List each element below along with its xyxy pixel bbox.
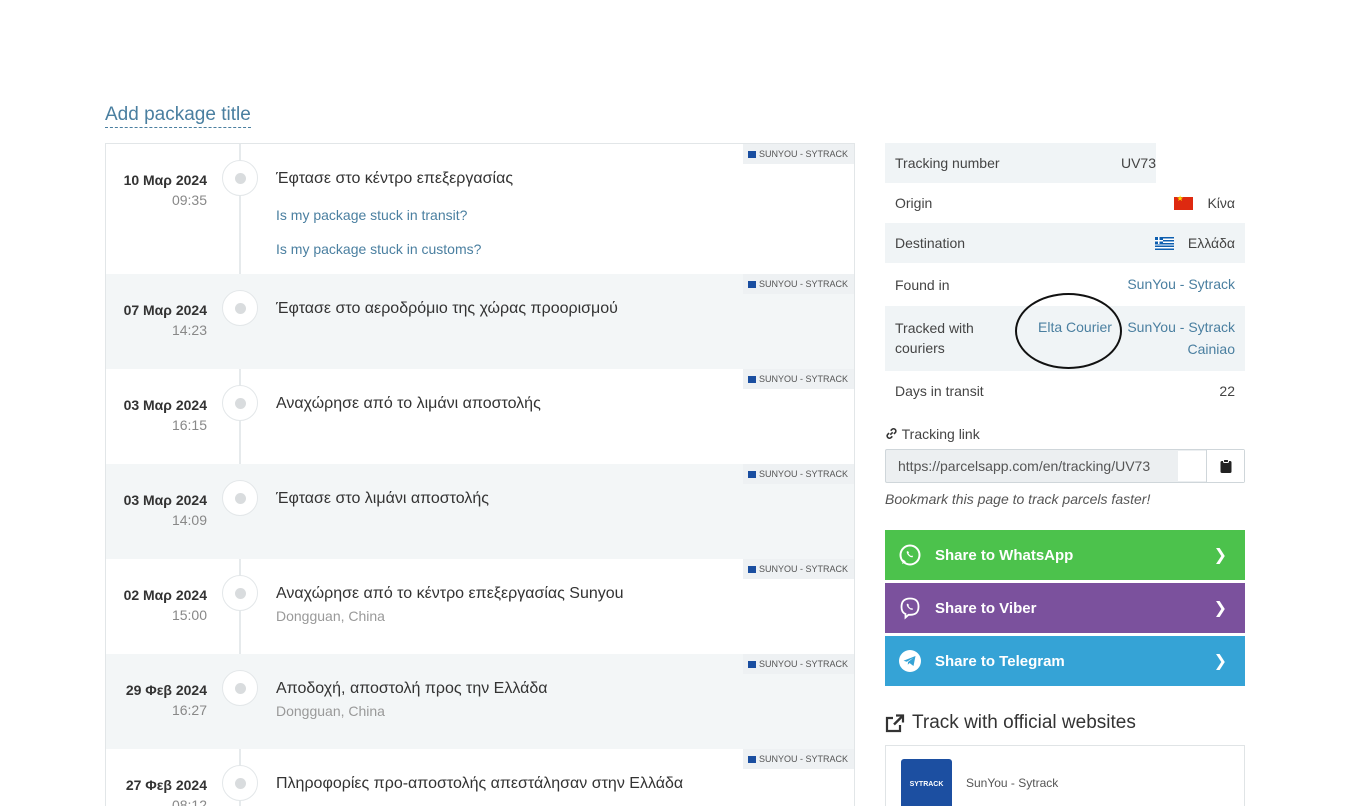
event-date: 02 Μαρ 2024 (123, 587, 207, 603)
official-carrier-name: SunYou - Sytrack (966, 776, 1059, 790)
sytrack-logo: SYTRACK (901, 759, 952, 806)
timeline-event: 29 Φεβ 2024 16:27 Αποδοχή, αποστολή προς… (106, 654, 854, 749)
destination-label: Destination (895, 235, 966, 251)
found-in-label: Found in (895, 277, 950, 293)
event-time: 09:35 (171, 192, 207, 208)
china-flag-icon (1174, 194, 1194, 210)
event-status: Αποδοχή, αποστολή προς την Ελλάδα (276, 680, 548, 697)
event-status: Πληροφορίες προ-αποστολής απεστάλησαν στ… (276, 775, 684, 792)
tracking-timeline: 10 Μαρ 2024 09:35 Έφτασε στο κέντρο επεξ… (105, 143, 855, 806)
origin-row: Origin Κίνα (885, 183, 1245, 223)
timeline-event: 03 Μαρ 2024 14:09 Έφτασε στο λιμάνι αποσ… (106, 464, 854, 559)
link-icon (886, 428, 897, 439)
days-in-transit-row: Days in transit 22 (885, 371, 1245, 411)
carrier-tag: SUNYOU - SYTRACK (742, 144, 854, 164)
chevron-right-icon: ❯ (1213, 547, 1227, 564)
url-redaction (1178, 451, 1206, 481)
carrier-flag-icon (747, 280, 756, 288)
add-package-title-link[interactable]: Add package title (105, 103, 251, 128)
bookmark-hint: Bookmark this page to track parcels fast… (885, 491, 1151, 507)
event-time: 14:23 (171, 322, 207, 338)
carrier-flag-icon (747, 375, 756, 383)
event-status: Έφτασε στο λιμάνι αποστολής (276, 490, 489, 507)
share-telegram-button[interactable]: Share to Telegram ❯ (885, 636, 1245, 686)
cainiao-courier-link[interactable]: Cainiao (1188, 341, 1235, 357)
found-in-carrier-link[interactable]: SunYou - Sytrack (1127, 276, 1235, 292)
event-location: Dongguan, China (276, 703, 385, 719)
event-time: 15:00 (171, 607, 207, 623)
tracking-number-value: UV73 (1120, 155, 1156, 171)
timeline-dot-icon (222, 385, 258, 421)
event-date: 03 Μαρ 2024 (123, 397, 207, 413)
viber-icon (900, 597, 920, 620)
event-status: Έφτασε στο κέντρο επεξεργασίας (276, 170, 514, 187)
event-date: 07 Μαρ 2024 (123, 302, 207, 318)
carrier-flag-icon (747, 755, 756, 763)
timeline-dot-icon (222, 480, 258, 516)
package-info-panel: Tracking number UV73 Origin Κίνα Destina… (885, 143, 1245, 411)
timeline-event: 02 Μαρ 2024 15:00 Αναχώρησε από το κέντρ… (106, 559, 854, 654)
event-time: 08:12 (171, 797, 207, 806)
share-whatsapp-button[interactable]: Share to WhatsApp ❯ (885, 530, 1245, 580)
official-websites-heading: Track with official websites (885, 712, 1136, 734)
event-date: 29 Φεβ 2024 (125, 682, 207, 698)
official-carrier-card[interactable]: SYTRACK SunYou - Sytrack (885, 745, 1245, 806)
tracking-link-label: Tracking link (885, 426, 980, 442)
tracking-url-field[interactable]: https://parcelsapp.com/en/tracking/UV73 (885, 449, 1245, 483)
stuck-in-customs-link[interactable]: Is my package stuck in customs? (276, 241, 481, 257)
timeline-event: 27 Φεβ 2024 08:12 Πληροφορίες προ-αποστο… (106, 749, 854, 806)
chevron-right-icon: ❯ (1213, 653, 1227, 670)
carrier-flag-icon (747, 565, 756, 573)
timeline-dot-icon (222, 670, 258, 706)
carrier-tag: SUNYOU - SYTRACK (742, 274, 854, 294)
event-date: 10 Μαρ 2024 (123, 172, 207, 188)
event-status: Έφτασε στο αεροδρόμιο της χώρας προορισμ… (276, 300, 618, 317)
event-status: Αναχώρησε από το λιμάνι αποστολής (276, 395, 541, 412)
timeline-dot-icon (222, 290, 258, 326)
timeline-event: 03 Μαρ 2024 16:15 Αναχώρησε από το λιμάν… (106, 369, 854, 464)
clipboard-icon (1220, 459, 1231, 473)
chevron-right-icon: ❯ (1213, 600, 1227, 617)
sunyou-courier-link[interactable]: SunYou - Sytrack (1127, 319, 1235, 335)
whatsapp-icon (899, 544, 921, 566)
days-in-transit-label: Days in transit (895, 383, 984, 399)
tracking-number-row: Tracking number UV73 (885, 143, 1156, 183)
event-time: 14:09 (171, 512, 207, 528)
greece-flag-icon (1154, 237, 1174, 250)
timeline-dot-icon (222, 160, 258, 196)
carrier-tag: SUNYOU - SYTRACK (742, 654, 854, 674)
event-time: 16:15 (171, 417, 207, 433)
carrier-flag-icon (747, 660, 756, 668)
event-date: 27 Φεβ 2024 (125, 777, 207, 793)
tracking-number-label: Tracking number (895, 155, 1000, 171)
carrier-flag-icon (747, 150, 756, 158)
carrier-flag-icon (747, 470, 756, 478)
telegram-icon (899, 650, 921, 672)
tracked-with-label-2: couriers (895, 340, 945, 356)
carrier-tag: SUNYOU - SYTRACK (742, 559, 854, 579)
event-location: Dongguan, China (276, 608, 385, 624)
hand-drawn-circle-annotation (1015, 293, 1122, 369)
destination-value: Ελλάδα (1154, 235, 1235, 251)
event-status: Αναχώρησε από το κέντρο επεξεργασίας Sun… (276, 585, 624, 602)
timeline-event: 07 Μαρ 2024 14:23 Έφτασε στο αεροδρόμιο … (106, 274, 854, 369)
tracked-with-label: Tracked with (895, 320, 974, 336)
timeline-dot-icon (222, 575, 258, 611)
event-date: 03 Μαρ 2024 (123, 492, 207, 508)
carrier-tag: SUNYOU - SYTRACK (742, 369, 854, 389)
days-in-transit-value: 22 (1219, 383, 1235, 399)
carrier-tag: SUNYOU - SYTRACK (742, 464, 854, 484)
origin-label: Origin (895, 195, 933, 211)
carrier-tag: SUNYOU - SYTRACK (742, 749, 854, 769)
external-link-icon (885, 713, 905, 732)
timeline-dot-icon (222, 765, 258, 801)
stuck-in-transit-link[interactable]: Is my package stuck in transit? (276, 207, 467, 223)
origin-value: Κίνα (1174, 194, 1235, 211)
tracking-url-text: https://parcelsapp.com/en/tracking/UV73 (898, 458, 1151, 474)
timeline-event: 10 Μαρ 2024 09:35 Έφτασε στο κέντρο επεξ… (106, 144, 854, 274)
copy-button[interactable] (1206, 450, 1244, 482)
share-viber-button[interactable]: Share to Viber ❯ (885, 583, 1245, 633)
event-time: 16:27 (171, 702, 207, 718)
destination-row: Destination Ελλάδα (885, 223, 1245, 263)
